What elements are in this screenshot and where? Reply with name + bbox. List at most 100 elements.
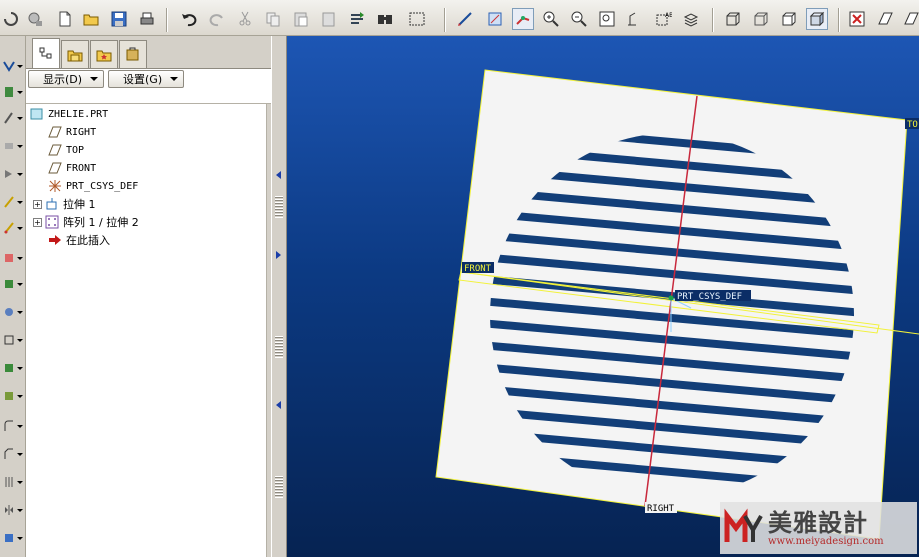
new-file-icon[interactable] [54, 8, 76, 30]
cut-icon[interactable] [234, 8, 256, 30]
tree-item-label: FRONT [66, 162, 97, 174]
splitter-grip[interactable] [275, 476, 283, 498]
copy-icon[interactable] [262, 8, 284, 30]
tab-folder-browser[interactable] [61, 40, 89, 68]
extrude-tool[interactable] [2, 218, 24, 240]
axis-display-icon[interactable] [512, 8, 534, 30]
shading-icon[interactable] [806, 8, 828, 30]
splitter-grip[interactable] [275, 196, 283, 218]
mirror-tool[interactable] [2, 500, 24, 522]
refit-icon[interactable] [596, 8, 618, 30]
toolbar-separator [166, 8, 168, 32]
svg-text:RIGHT: RIGHT [647, 504, 675, 514]
sweep-tool[interactable] [2, 274, 24, 296]
open-folder-icon[interactable] [80, 8, 102, 30]
zoom-out-icon[interactable] [568, 8, 590, 30]
draft-tool[interactable] [2, 386, 24, 408]
tree-item-csys[interactable]: PRT_CSYS_DEF [47, 177, 138, 195]
expand-icon[interactable]: + [33, 217, 42, 227]
datum-curve-tool[interactable] [2, 108, 24, 130]
undo-icon[interactable] [178, 8, 200, 30]
regenerate-icon[interactable] [346, 8, 368, 30]
reorient-icon[interactable] [624, 8, 646, 30]
sketch-icon[interactable] [454, 8, 476, 30]
expand-arrow-icon[interactable] [276, 251, 281, 259]
redo-icon[interactable] [206, 8, 228, 30]
zoom-in-icon[interactable] [540, 8, 562, 30]
select-box-icon[interactable] [402, 8, 432, 30]
wireframe-icon[interactable] [722, 8, 744, 30]
saved-views-icon[interactable]: AB [652, 8, 674, 30]
chevron-down-icon [90, 77, 98, 81]
pattern-tool[interactable] [2, 472, 24, 494]
meiya-logo-icon [724, 508, 763, 542]
settings-menu-label: 设置(G) [123, 73, 163, 86]
tree-item-part[interactable]: ZHELIE.PRT [29, 105, 108, 123]
paste-special-icon[interactable] [318, 8, 340, 30]
coordinate-tool[interactable] [2, 164, 24, 186]
axis-visibility-icon[interactable] [900, 8, 919, 30]
tree-item-label: TOP [66, 144, 85, 156]
tree-item-right-plane[interactable]: RIGHT [47, 123, 96, 141]
no-hidden-icon[interactable] [778, 8, 800, 30]
connections-icon [126, 47, 139, 60]
datum-plane-tool[interactable] [2, 56, 24, 78]
shell-tool[interactable] [2, 330, 24, 352]
plane-display-icon[interactable] [484, 8, 506, 30]
expand-icon[interactable]: + [33, 199, 42, 209]
hidden-line-icon[interactable] [750, 8, 772, 30]
print-icon[interactable] [136, 8, 158, 30]
paste-icon[interactable] [290, 8, 312, 30]
datum-point-tool[interactable] [2, 136, 24, 158]
extrude-icon [46, 198, 57, 210]
tree-item-label: ZHELIE.PRT [48, 108, 109, 120]
collapse-arrow-icon[interactable] [276, 401, 281, 409]
tree-item-extrude-1[interactable]: + 拉伸 1 [33, 195, 96, 213]
settings-menu-button[interactable]: 设置(G) [108, 70, 184, 88]
tab-connections[interactable] [119, 40, 147, 68]
pattern-icon [45, 215, 59, 229]
tree-item-label: 拉伸 1 [63, 198, 96, 211]
tree-item-front-plane[interactable]: FRONT [47, 159, 96, 177]
merge-tool[interactable] [2, 528, 24, 550]
sketch-tool[interactable] [2, 192, 24, 214]
watermark-title: 美雅設計 [768, 507, 868, 537]
open-model-tree-icon[interactable] [24, 8, 46, 30]
navigator-filter-row [26, 90, 271, 104]
feature-toolbar [0, 36, 26, 557]
svg-text:AB: AB [665, 12, 672, 19]
save-icon[interactable] [108, 8, 130, 30]
top-label: TO [905, 118, 919, 130]
rib-tool[interactable] [2, 358, 24, 380]
datum-plane-icon [48, 126, 62, 138]
model-navigator: 显示(D) 设置(G) ZHELIE.PRT RIGHT TOP FRONT P… [26, 36, 271, 557]
toolbar-separator [838, 8, 840, 32]
hole-tool[interactable] [2, 302, 24, 324]
datum-axis-tool[interactable] [2, 82, 24, 104]
model-view[interactable]: FRONT RIGHT TO PRT_CSYS_DEF [287, 36, 919, 557]
watermark-url: www.meiyadesign.com [768, 535, 884, 547]
tree-item-label: 阵列 1 / 拉伸 2 [63, 216, 139, 229]
favorites-icon [96, 50, 112, 61]
tree-item-pattern-1[interactable]: + 阵列 1 / 拉伸 2 [33, 213, 139, 231]
tree-item-top-plane[interactable]: TOP [47, 141, 84, 159]
chamfer-tool[interactable] [2, 444, 24, 466]
main-toolbar: AB [0, 0, 919, 36]
tab-favorites[interactable] [90, 40, 118, 68]
collapse-arrow-icon[interactable] [276, 171, 281, 179]
tab-model-tree[interactable] [32, 38, 60, 69]
csys-label: PRT_CSYS_DEF [675, 290, 751, 302]
rotate-icon[interactable] [0, 8, 22, 30]
model-tree-icon [39, 47, 52, 59]
tree-item-insert-here[interactable]: 在此插入 [47, 231, 110, 249]
show-menu-button[interactable]: 显示(D) [28, 70, 104, 88]
round-tool[interactable] [2, 416, 24, 438]
plane-visibility-icon[interactable] [874, 8, 896, 30]
graphics-window[interactable]: FRONT RIGHT TO PRT_CSYS_DEF [287, 36, 919, 557]
find-icon[interactable] [374, 8, 396, 30]
layers-icon[interactable] [680, 8, 702, 30]
panel-splitter[interactable] [271, 36, 287, 557]
revolve-tool[interactable] [2, 248, 24, 270]
splitter-grip[interactable] [275, 336, 283, 358]
close-window-icon[interactable] [846, 8, 868, 30]
